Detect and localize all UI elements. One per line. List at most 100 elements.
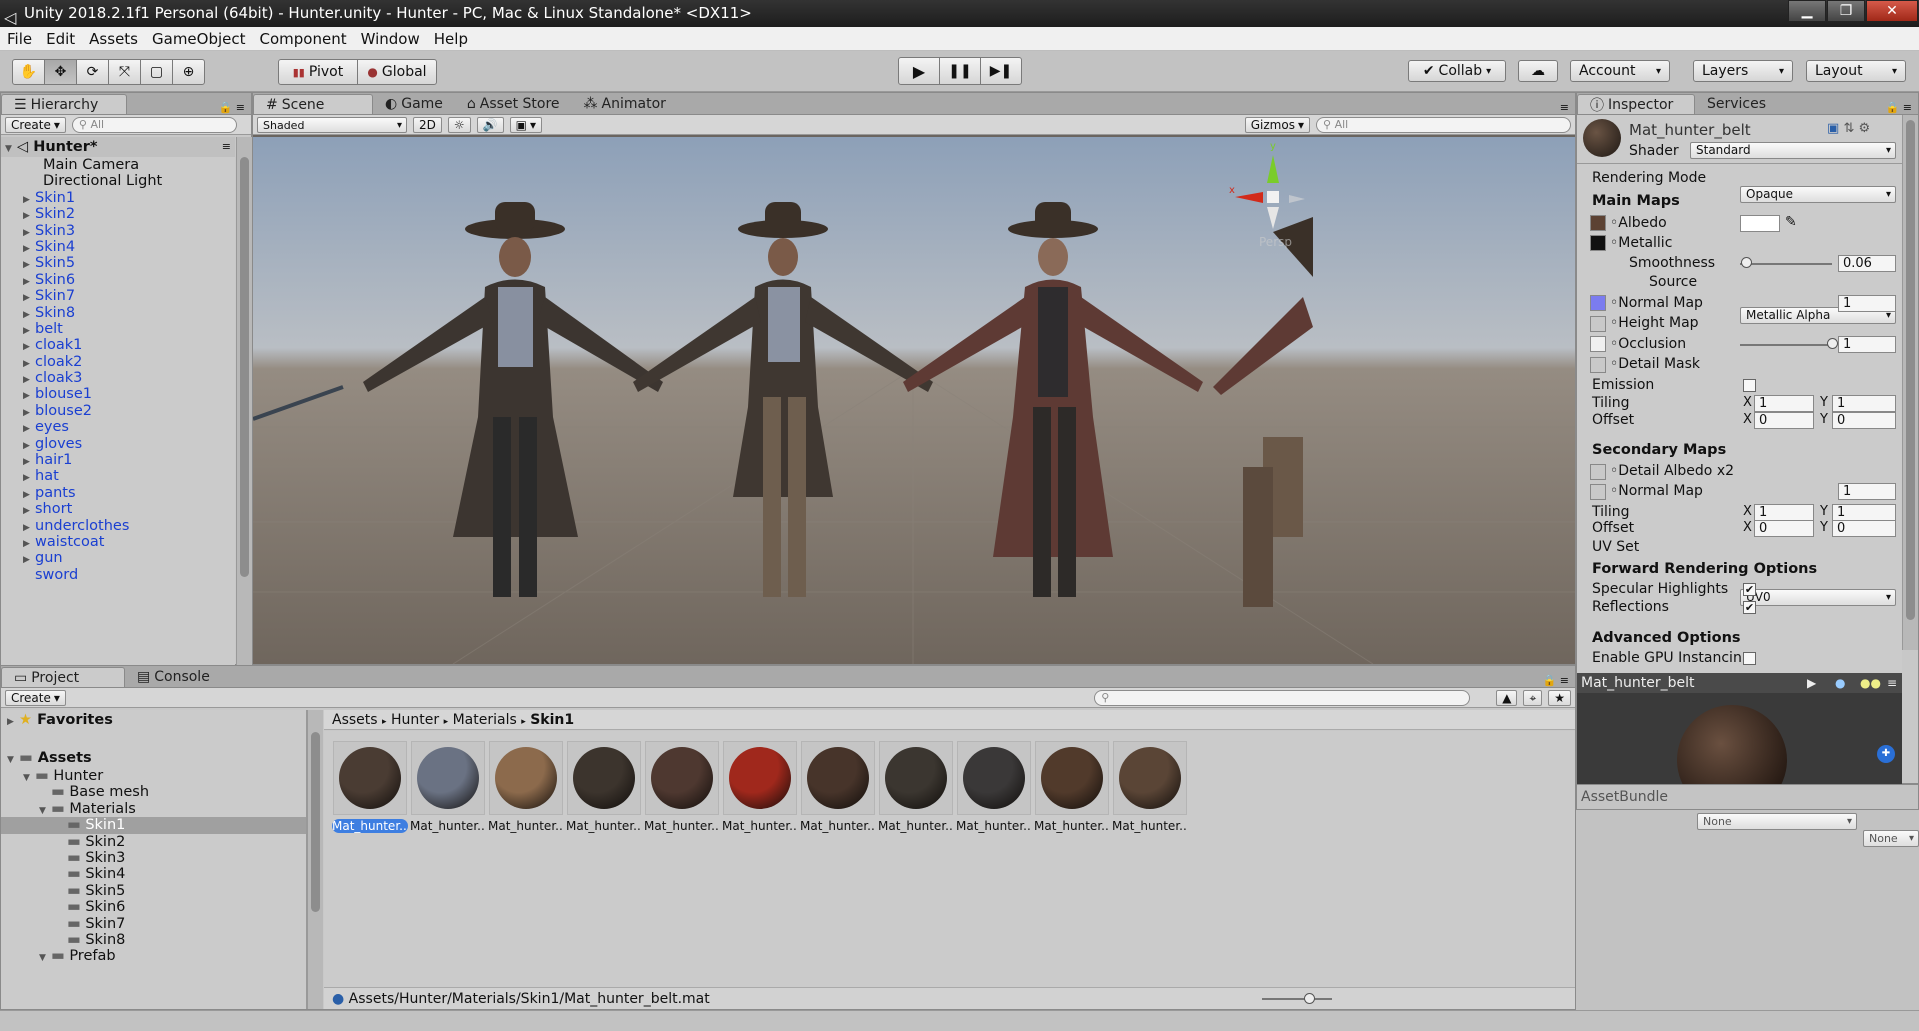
project-tree-scrollbar[interactable] (307, 710, 323, 1009)
hierarchy-create-button[interactable]: Create ▾ (5, 116, 66, 133)
scene-root[interactable]: ▼ ◁ Hunter* ≡ (1, 137, 235, 157)
scale-tool-button[interactable]: ⤧ (108, 59, 141, 85)
asset-tile[interactable]: Mat_hunter... (956, 741, 1032, 833)
hierarchy-item[interactable]: ▶ pants (1, 485, 235, 501)
offset-y-field[interactable]: 0 (1832, 412, 1896, 429)
breadcrumb-item[interactable]: Assets (332, 712, 378, 728)
menu-window[interactable]: Window (354, 27, 427, 51)
asset-tile[interactable]: Mat_hunter... (644, 741, 720, 833)
inspector-scrollbar[interactable] (1902, 115, 1918, 650)
tab-services[interactable]: Services (1695, 94, 1778, 114)
help-icon[interactable]: ▣ (1827, 121, 1839, 136)
layers-dropdown[interactable]: Layers ▾ (1693, 60, 1793, 82)
breadcrumb-item[interactable]: Materials (453, 712, 517, 728)
project-folder-item[interactable]: ▬ Skin1 (1, 817, 306, 834)
hierarchy-item[interactable]: ▶ blouse1 (1, 386, 235, 402)
hierarchy-item[interactable]: ▶ Skin6 (1, 272, 235, 288)
icon-size-slider-knob[interactable] (1304, 993, 1315, 1004)
preview-viewport[interactable]: ✚ (1577, 693, 1902, 784)
asset-tile[interactable]: Mat_hunter... (1112, 741, 1188, 833)
hierarchy-item[interactable]: ▶ Skin7 (1, 288, 235, 304)
project-folder-item[interactable]: ▬ Skin5 (1, 883, 306, 899)
hierarchy-item[interactable]: sword (1, 567, 235, 583)
shading-mode-dropdown[interactable]: Shaded (257, 116, 407, 133)
project-folder-item[interactable]: ▬ Skin2 (1, 834, 306, 850)
step-button[interactable]: ▶❚ (980, 57, 1022, 85)
menu-edit[interactable]: Edit (39, 27, 82, 51)
expand-arrow-icon[interactable]: ▼ (39, 950, 51, 966)
preview-play-icon[interactable]: ▶ (1807, 673, 1816, 693)
hierarchy-item[interactable]: ▶ gun (1, 550, 235, 566)
scene-viewport[interactable]: y x Persp (253, 137, 1575, 664)
hierarchy-item[interactable]: ▶ gloves (1, 436, 235, 452)
orientation-gizmo[interactable]: y x Persp (1229, 141, 1313, 249)
normal-map-texture-slot[interactable] (1590, 295, 1606, 311)
smoothness-value-field[interactable]: 0.06 (1838, 255, 1896, 272)
occlusion-texture-slot[interactable] (1590, 336, 1606, 352)
albedo-color-field[interactable] (1740, 215, 1780, 232)
asset-tile[interactable]: Mat_hunter... (800, 741, 876, 833)
asset-tile[interactable]: Mat_hunter... (488, 741, 564, 833)
audio-toggle[interactable]: 🔊 (476, 116, 504, 133)
hierarchy-item[interactable]: ▶ cloak3 (1, 370, 235, 386)
transform-tool-button[interactable]: ⊕ (172, 59, 205, 85)
rendering-mode-dropdown[interactable]: Opaque (1740, 186, 1896, 203)
assetbundle-variant-dropdown[interactable]: None (1863, 830, 1919, 847)
scene-menu-icon[interactable]: ≡ (222, 137, 231, 157)
cloud-button[interactable]: ☁ (1518, 60, 1558, 82)
tag-icon[interactable]: ✚ (1877, 745, 1895, 763)
asset-tile[interactable]: Mat_hunter... (878, 741, 954, 833)
account-dropdown[interactable]: Account ▾ (1570, 60, 1670, 82)
gear-icon[interactable]: ⚙ (1858, 121, 1870, 136)
play-button[interactable]: ▶ (898, 57, 940, 85)
project-folder-item[interactable]: ▼ ▬ Hunter (1, 768, 306, 784)
detail-albedo-texture-slot[interactable] (1590, 464, 1606, 480)
tab-hierarchy[interactable]: ☰ Hierarchy (1, 94, 127, 114)
tab-project[interactable]: ▭ Project (1, 667, 125, 687)
assets-row[interactable]: ▼ ▬ Assets (1, 748, 306, 768)
panel-menu-icon[interactable]: 🔒 ≡ (1886, 101, 1912, 114)
project-folder-item[interactable]: ▬ Base mesh (1, 784, 306, 800)
hierarchy-item[interactable]: ▶ cloak1 (1, 337, 235, 353)
project-create-button[interactable]: Create ▾ (5, 689, 66, 706)
tab-console[interactable]: ▤ Console (125, 667, 222, 687)
menu-gameobject[interactable]: GameObject (145, 27, 253, 51)
offset-x-field[interactable]: 0 (1754, 412, 1814, 429)
menu-help[interactable]: Help (427, 27, 475, 51)
hierarchy-item[interactable]: ▶ hair1 (1, 452, 235, 468)
hierarchy-item[interactable]: ▶ Skin4 (1, 239, 235, 255)
breadcrumb-item[interactable]: Skin1 (530, 712, 574, 728)
hierarchy-item[interactable]: ▶ Skin1 (1, 190, 235, 206)
asset-tile[interactable]: Mat_hunter... (1034, 741, 1110, 833)
inspector-scroll-thumb[interactable] (1906, 120, 1915, 620)
hierarchy-item[interactable]: ▶ Skin2 (1, 206, 235, 222)
assetbundle-dropdown[interactable]: None (1697, 813, 1857, 830)
smoothness-slider[interactable] (1740, 263, 1832, 265)
reflections-checkbox[interactable]: ✔ (1743, 601, 1756, 614)
panel-menu-icon[interactable]: 🔒 ≡ (1543, 674, 1569, 687)
minimize-button[interactable]: ▁ (1788, 0, 1826, 22)
hierarchy-scroll-thumb[interactable] (240, 157, 249, 577)
preset-icon[interactable]: ⇅ (1843, 121, 1854, 136)
favorite-button[interactable]: ★ (1548, 689, 1571, 706)
layout-dropdown[interactable]: Layout ▾ (1806, 60, 1906, 82)
gpu-instancing-checkbox[interactable] (1743, 652, 1756, 665)
pause-button[interactable]: ❚❚ (939, 57, 981, 85)
menu-file[interactable]: File (0, 27, 39, 51)
tab-game[interactable]: ◐ Game (373, 94, 455, 114)
favorites-row[interactable]: ▶ ★ Favorites (1, 710, 306, 730)
preview-light-icon[interactable]: ●● (1860, 673, 1881, 693)
collab-dropdown[interactable]: ✔ Collab ▾ (1408, 60, 1506, 82)
occlusion-slider-knob[interactable] (1827, 338, 1838, 349)
icon-size-slider[interactable] (1262, 998, 1332, 1000)
tiling2-x-field[interactable]: 1 (1754, 504, 1814, 521)
project-folder-item[interactable]: ▬ Skin8 (1, 932, 306, 948)
effects-dropdown[interactable]: ▣ ▾ (509, 116, 542, 133)
expand-arrow-icon[interactable]: ▼ (7, 750, 19, 770)
normal2-scale-field[interactable]: 1 (1838, 483, 1896, 500)
hierarchy-item[interactable]: ▶ cloak2 (1, 354, 235, 370)
menu-assets[interactable]: Assets (82, 27, 145, 51)
tab-asset-store[interactable]: ⌂ Asset Store (455, 94, 572, 114)
hierarchy-scrollbar[interactable] (236, 137, 252, 665)
pivot-toggle[interactable]: ▮▮ Pivot (278, 59, 358, 85)
